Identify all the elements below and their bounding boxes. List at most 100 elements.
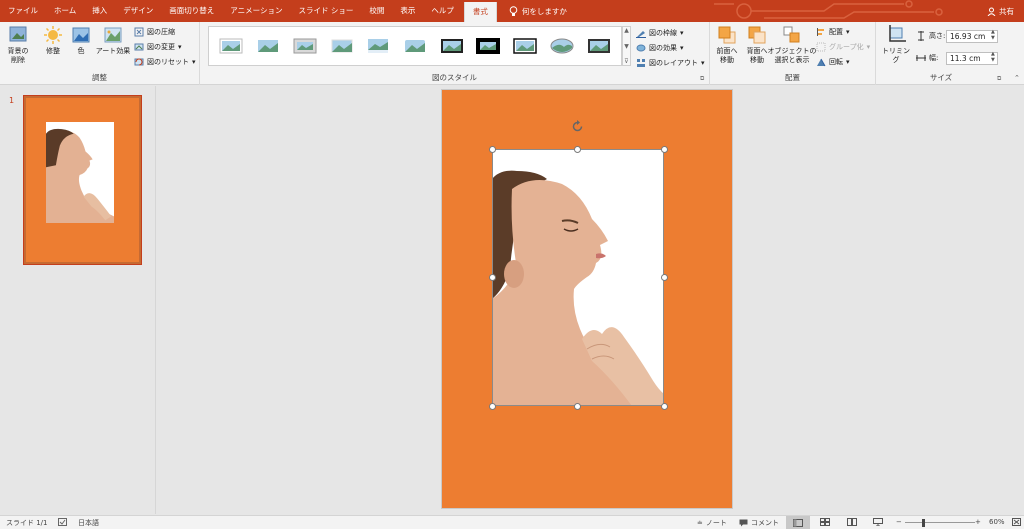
picture-style-simple-frame[interactable] [217, 35, 245, 57]
picture-style-oval[interactable] [548, 35, 576, 57]
picture-style-soft-edge[interactable] [254, 35, 282, 57]
zoom-slider-thumb[interactable] [922, 519, 925, 527]
collapse-ribbon-icon[interactable]: ⌃ [1014, 74, 1020, 82]
reset-picture-label: 図のリセット [147, 58, 189, 66]
pen-border-icon [636, 31, 646, 38]
reset-picture-button[interactable]: 図のリセット ▾ [134, 57, 196, 67]
gallery-scroll[interactable]: ▲ ▼ ⊽ [622, 26, 631, 66]
picture-style-black-frame[interactable] [438, 35, 466, 57]
reading-view-button[interactable] [847, 518, 857, 526]
resize-handle-bottom-left[interactable] [489, 403, 496, 410]
selection-pane-button[interactable]: オブジェクトの 選択と表示 [768, 25, 817, 65]
slide-thumbnail[interactable] [23, 95, 142, 265]
height-spinner[interactable]: ▲ ▼ [991, 29, 995, 41]
gallery-up-icon[interactable]: ▲ [624, 27, 629, 34]
bring-forward-button[interactable]: 前面へ 移動 [712, 25, 742, 65]
notes-button[interactable]: ≐ ノート [697, 518, 727, 528]
picture-style-black-simple[interactable] [511, 35, 539, 57]
picture-border-label: 図の枠線 [649, 29, 677, 37]
slide-count: スライド 1/1 [6, 519, 48, 527]
align-icon [817, 28, 824, 36]
language-indicator[interactable]: 日本語 [78, 518, 99, 528]
tab-view[interactable]: 表示 [392, 0, 423, 22]
picture-style-black-thick[interactable] [474, 35, 502, 57]
crop-label: トリミング [882, 47, 910, 64]
align-button[interactable]: 配置 ▾ [816, 27, 850, 37]
resize-handle-bottom[interactable] [574, 403, 581, 410]
normal-view-icon [793, 518, 803, 527]
gallery-more-icon[interactable]: ⊽ [624, 58, 628, 65]
picture-style-shadow[interactable] [328, 35, 356, 57]
corrections-button[interactable]: 修整 [40, 25, 66, 56]
styles-dialog-launcher-icon[interactable]: ⧉ [700, 75, 704, 83]
crop-button[interactable]: トリミング [880, 25, 912, 65]
slideshow-button[interactable] [873, 518, 883, 526]
remove-background-button[interactable]: 背景の 削除 [4, 25, 32, 65]
zoom-slider[interactable] [905, 522, 975, 523]
slide-sorter-button[interactable] [820, 518, 830, 526]
share-button[interactable]: 共有 [987, 0, 1014, 22]
rotate-button[interactable]: 回転 ▾ [816, 57, 850, 67]
rotate-handle-icon[interactable] [571, 120, 584, 133]
change-picture-button[interactable]: 図の変更 ▾ [134, 42, 182, 52]
layout-icon [637, 59, 645, 67]
tab-transitions[interactable]: 画面切り替え [161, 0, 222, 22]
fit-to-window-button[interactable] [1012, 518, 1021, 526]
normal-view-button[interactable] [786, 516, 810, 529]
tell-me-search[interactable]: 何をしますか [499, 5, 567, 17]
tab-format[interactable]: 書式 [463, 2, 497, 22]
resize-handle-right[interactable] [661, 274, 668, 281]
height-icon [918, 31, 924, 41]
tab-insert[interactable]: 挿入 [84, 0, 115, 22]
picture-style-thick-frame[interactable] [291, 35, 319, 57]
tab-home[interactable]: ホーム [46, 0, 84, 22]
size-dialog-launcher-icon[interactable]: ⧉ [997, 75, 1001, 83]
tab-animations[interactable]: アニメーション [222, 0, 290, 22]
crop-icon [889, 25, 906, 42]
picture-border-button[interactable]: 図の枠線 ▾ [636, 28, 684, 38]
resize-handle-top[interactable] [574, 146, 581, 153]
slide-sorter-icon [820, 518, 830, 526]
thumbnail-picture [46, 122, 114, 223]
resize-handle-bottom-right[interactable] [661, 403, 668, 410]
picture-style-dark-frame[interactable] [585, 35, 613, 57]
picture-effects-label: 図の効果 [649, 44, 677, 52]
picture-style-reflected[interactable] [364, 35, 392, 57]
picture-effects-button[interactable]: 図の効果 ▾ [636, 43, 684, 53]
gallery-down-icon[interactable]: ▼ [624, 43, 629, 50]
artistic-effects-button[interactable]: アート効果 [94, 25, 132, 56]
picture-layout-button[interactable]: 図のレイアウト ▾ [636, 58, 705, 68]
rotate-label: 回転 [829, 58, 843, 66]
zoom-out-button[interactable]: − [896, 518, 902, 526]
chevron-down-icon: ▾ [846, 28, 850, 36]
tab-design[interactable]: デザイン [115, 0, 161, 22]
zoom-level[interactable]: 60% [989, 518, 1005, 526]
width-icon [916, 55, 926, 61]
resize-handle-top-right[interactable] [661, 146, 668, 153]
group-objects-label: グループ化 [829, 43, 864, 51]
sun-icon [44, 26, 62, 44]
resize-handle-top-left[interactable] [489, 146, 496, 153]
chevron-down-icon: ▾ [866, 43, 871, 51]
color-button[interactable]: 色 [70, 25, 92, 56]
compress-pictures-button[interactable]: 図の圧縮 [134, 27, 175, 37]
change-picture-icon [134, 43, 144, 51]
color-picture-icon [72, 27, 90, 43]
tab-slideshow[interactable]: スライド ショー [290, 0, 361, 22]
tab-help[interactable]: ヘルプ [423, 0, 462, 22]
tab-review[interactable]: 校閲 [361, 0, 392, 22]
picture-style-soft-rect[interactable] [401, 35, 429, 57]
comments-button[interactable]: コメント [739, 518, 779, 528]
width-label: 幅: [929, 54, 939, 62]
zoom-in-button[interactable]: + [975, 518, 981, 526]
chevron-down-icon: ▾ [192, 58, 196, 66]
tab-file[interactable]: ファイル [0, 0, 46, 22]
width-spinner[interactable]: ▲ ▼ [991, 51, 995, 63]
chevron-down-icon: ▾ [701, 59, 705, 67]
group-adjust-label: 調整 [92, 73, 107, 82]
comment-icon [739, 519, 748, 527]
remove-background-icon [9, 26, 27, 42]
spellcheck-status[interactable] [58, 518, 67, 526]
resize-handle-left[interactable] [489, 274, 496, 281]
group-objects-button[interactable]: グループ化 ▾ [816, 42, 870, 52]
